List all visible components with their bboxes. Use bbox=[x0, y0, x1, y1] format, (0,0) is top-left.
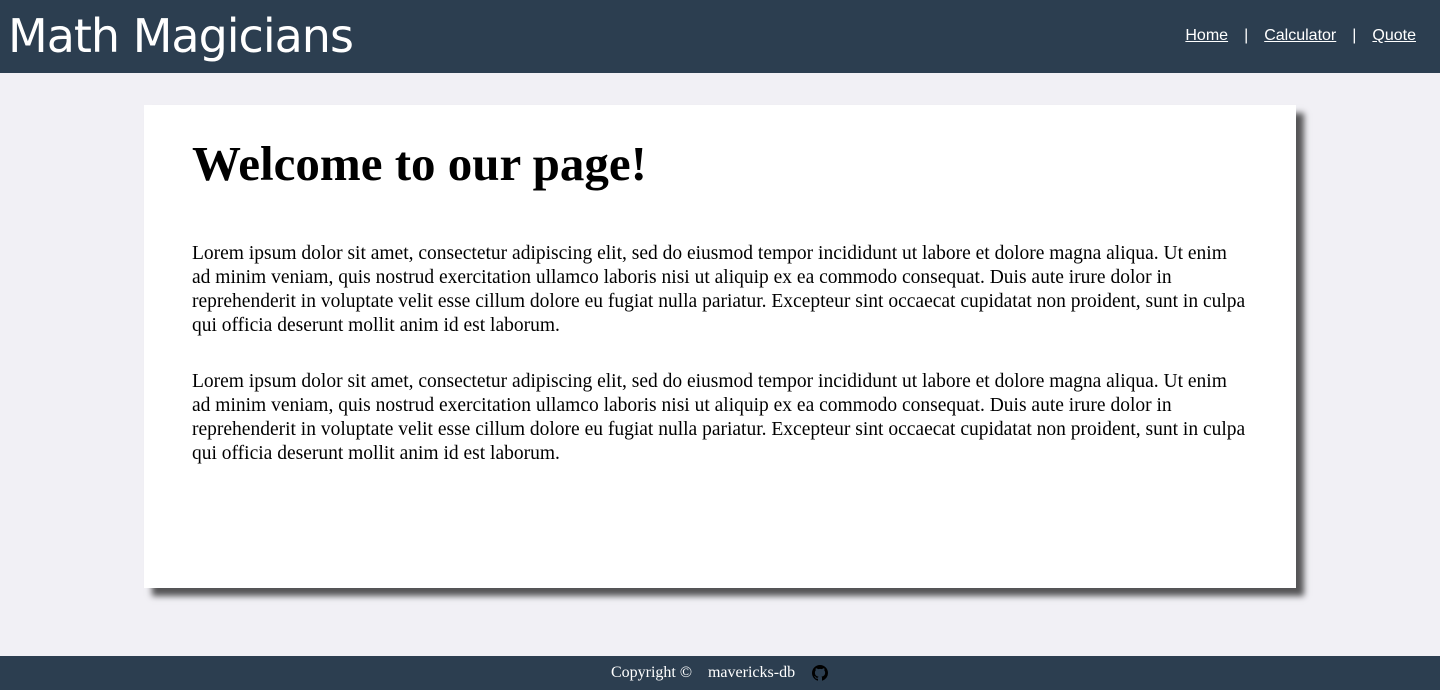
author-name: mavericks-db bbox=[707, 664, 796, 681]
nav-link-calculator[interactable]: Calculator bbox=[1264, 26, 1336, 46]
copyright-text: Copyright © bbox=[610, 664, 692, 681]
intro-paragraph: Lorem ipsum dolor sit amet, consectetur … bbox=[192, 371, 1246, 464]
nav-link-home[interactable]: Home bbox=[1185, 26, 1228, 46]
main-nav: Home | Calculator | Quote bbox=[1185, 26, 1416, 46]
page-heading: Welcome to our page! bbox=[192, 136, 647, 191]
nav-separator: | bbox=[1244, 27, 1249, 44]
site-footer: Copyright © mavericks-db bbox=[0, 656, 1440, 690]
nav-link-quote[interactable]: Quote bbox=[1372, 26, 1416, 46]
intro-paragraph: Lorem ipsum dolor sit amet, consectetur … bbox=[192, 243, 1246, 336]
nav-separator: | bbox=[1352, 27, 1357, 44]
github-icon[interactable] bbox=[811, 664, 829, 682]
welcome-card: Welcome to our page! Lorem ipsum dolor s… bbox=[144, 105, 1296, 588]
site-title: Math Magicians bbox=[8, 9, 354, 63]
site-header: Math Magicians Home | Calculator | Quote bbox=[0, 0, 1440, 73]
